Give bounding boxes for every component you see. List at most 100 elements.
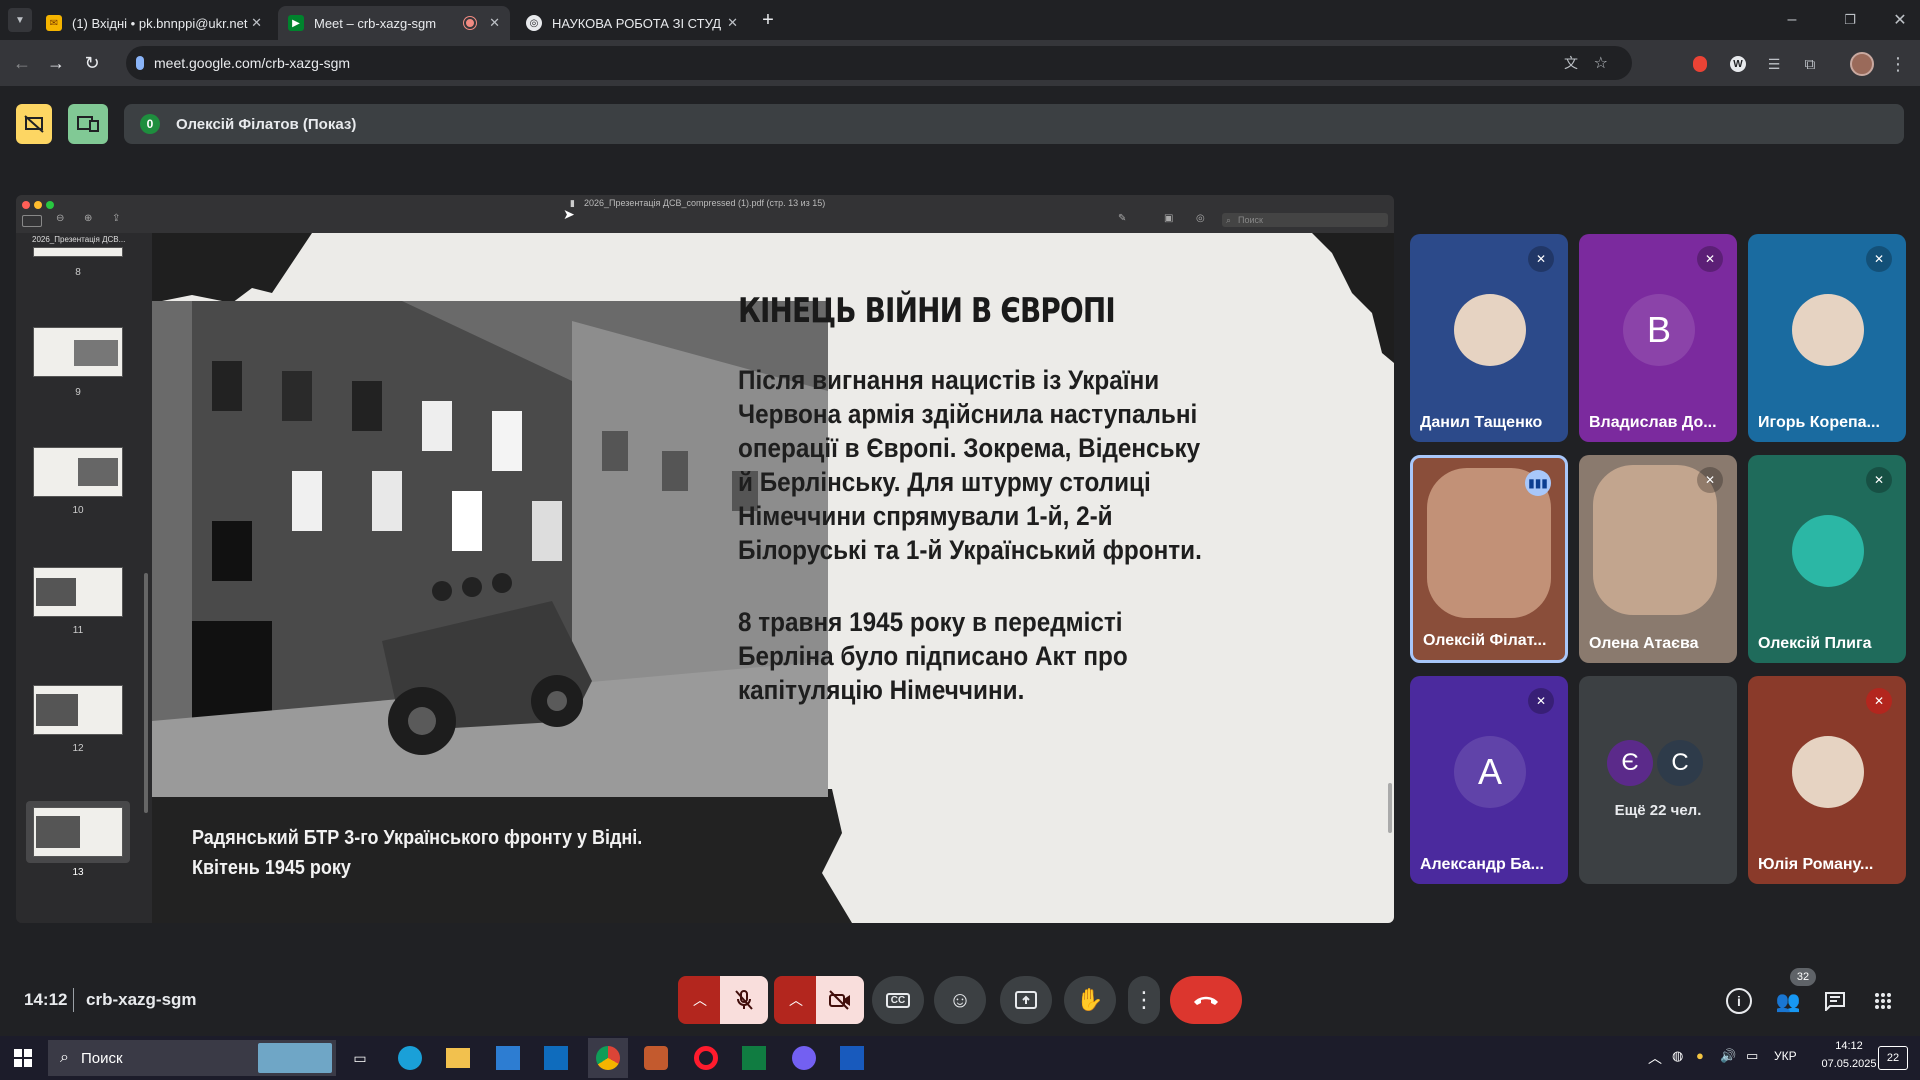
thumbnail-page-10[interactable] bbox=[33, 447, 123, 497]
thumbnail-page-12[interactable] bbox=[33, 685, 123, 735]
profile-avatar[interactable] bbox=[1850, 52, 1874, 76]
tab-search-button[interactable]: ▼ bbox=[8, 8, 32, 32]
store-icon[interactable] bbox=[496, 1046, 520, 1070]
avatar: В bbox=[1623, 294, 1695, 366]
sidebar-toggle-icon[interactable] bbox=[22, 215, 42, 227]
extensions-puzzle-icon[interactable]: ⧉ bbox=[1798, 52, 1822, 76]
participant-tile[interactable]: ✕ Данил Тащенко bbox=[1410, 234, 1568, 442]
close-icon[interactable]: ✕ bbox=[489, 15, 500, 31]
avatar: Є bbox=[1607, 740, 1653, 786]
zoom-in-icon[interactable]: ⊕ bbox=[84, 213, 92, 224]
thumbnail-page-11[interactable] bbox=[33, 567, 123, 617]
rotate-icon[interactable]: ▣ bbox=[1164, 213, 1173, 224]
raise-hand-button[interactable]: ✋ bbox=[1064, 976, 1116, 1024]
presenter-count-badge: 0 bbox=[140, 114, 160, 134]
language-indicator[interactable]: УКР bbox=[1774, 1049, 1797, 1063]
file-explorer-icon[interactable] bbox=[446, 1048, 470, 1068]
site-info-icon[interactable] bbox=[136, 56, 144, 70]
tab-meet[interactable]: ▶ Meet – crb-xazg-sgm ✕ bbox=[278, 6, 510, 40]
translate-icon[interactable]: 文 bbox=[1564, 53, 1578, 73]
tray-volume-icon[interactable]: 🔊 bbox=[1720, 1048, 1736, 1064]
chrome-icon[interactable] bbox=[596, 1046, 620, 1070]
camera-toggle-button[interactable] bbox=[816, 976, 864, 1024]
outlook-icon[interactable] bbox=[544, 1046, 568, 1070]
participant-tile[interactable]: Є С Ещё 22 чел. bbox=[1579, 676, 1737, 884]
more-options-button[interactable]: ⋮ bbox=[1128, 976, 1160, 1024]
url-text[interactable]: meet.google.com/crb-xazg-sgm bbox=[154, 55, 350, 71]
media-player-icon[interactable] bbox=[644, 1046, 668, 1070]
zoom-out-icon[interactable]: ⊖ bbox=[56, 213, 64, 224]
present-stop-icon[interactable] bbox=[16, 104, 52, 144]
reactions-button[interactable]: ☺ bbox=[934, 976, 986, 1024]
clock-date[interactable]: 07.05.2025 bbox=[1816, 1058, 1882, 1070]
tray-chevron-icon[interactable]: ︿ bbox=[1648, 1048, 1662, 1068]
slide-scrollbar[interactable] bbox=[1388, 783, 1392, 833]
mic-options-button[interactable]: ︿ bbox=[678, 976, 722, 1024]
edge-icon[interactable] bbox=[398, 1046, 422, 1070]
tab-research[interactable]: ◎ НАУКОВА РОБОТА ЗІ СТУДЕНТ ✕ bbox=[516, 6, 748, 40]
tray-weather-icon[interactable]: ● bbox=[1696, 1048, 1704, 1063]
participant-name: Игорь Корепа... bbox=[1758, 414, 1880, 431]
window-minimize-dot[interactable] bbox=[34, 201, 42, 209]
extension-stack-icon[interactable]: ☰ bbox=[1762, 52, 1786, 76]
captions-icon: CC bbox=[885, 992, 911, 1008]
emoji-icon: ☺ bbox=[948, 987, 972, 1012]
opera-icon[interactable] bbox=[694, 1046, 718, 1070]
excel-icon[interactable] bbox=[742, 1046, 766, 1070]
task-view-icon[interactable]: ▭ bbox=[348, 1046, 372, 1070]
annotate-icon[interactable]: ◎ bbox=[1196, 213, 1205, 224]
back-icon[interactable]: ← bbox=[10, 51, 34, 75]
layout-switch-icon[interactable] bbox=[68, 104, 108, 144]
minimize-icon[interactable]: – bbox=[1780, 8, 1804, 32]
menu-kebab-icon[interactable]: ⋮ bbox=[1886, 52, 1910, 76]
participant-tile[interactable]: ✕ Олексій Плига bbox=[1748, 455, 1906, 663]
activities-grid-icon[interactable] bbox=[1870, 988, 1896, 1014]
leave-call-button[interactable] bbox=[1170, 976, 1242, 1024]
extension-w-icon[interactable]: W bbox=[1726, 52, 1750, 76]
windows-start-icon[interactable] bbox=[14, 1049, 32, 1067]
close-window-icon[interactable]: ✕ bbox=[1888, 8, 1912, 32]
camera-options-button[interactable]: ︿ bbox=[774, 976, 818, 1024]
participant-tile[interactable]: А ✕ Александр Ба... bbox=[1410, 676, 1568, 884]
tab-email[interactable]: ✉ (1) Вхідні • pk.bnnppi@ukr.net ✕ bbox=[36, 6, 272, 40]
meeting-time: 14:12 bbox=[24, 990, 68, 1009]
markup-icon[interactable]: ✎ bbox=[1118, 213, 1126, 224]
close-icon[interactable]: ✕ bbox=[251, 15, 262, 31]
extension-record-icon[interactable] bbox=[1688, 52, 1712, 76]
restore-icon[interactable]: ❐ bbox=[1838, 8, 1862, 32]
captions-button[interactable]: CC bbox=[872, 976, 924, 1024]
close-icon[interactable]: ✕ bbox=[727, 15, 738, 31]
taskbar-search-box[interactable]: ⌕ Поиск bbox=[48, 1040, 336, 1076]
participant-tile[interactable]: ▮▮▮ Олексій Філат... bbox=[1410, 455, 1568, 663]
meeting-info-icon[interactable]: i bbox=[1726, 988, 1752, 1014]
mic-toggle-button[interactable] bbox=[720, 976, 768, 1024]
participant-tile[interactable]: ✕ Игорь Корепа... bbox=[1748, 234, 1906, 442]
window-close-dot[interactable] bbox=[22, 201, 30, 209]
people-icon[interactable]: 👥 bbox=[1774, 988, 1802, 1014]
participant-tile[interactable]: ✕ Юлія Роману... bbox=[1748, 676, 1906, 884]
share-icon[interactable]: ⇪ bbox=[112, 213, 120, 224]
chat-icon[interactable] bbox=[1822, 988, 1848, 1014]
word-icon[interactable] bbox=[840, 1046, 864, 1070]
more-participants-label: Ещё 22 чел. bbox=[1614, 802, 1702, 819]
address-bar[interactable]: meet.google.com/crb-xazg-sgm 文 ☆ bbox=[126, 46, 1632, 80]
participant-tile[interactable]: ✕ Олена Атаєва bbox=[1579, 455, 1737, 663]
tray-network-icon[interactable]: ▭ bbox=[1746, 1048, 1758, 1064]
window-zoom-dot[interactable] bbox=[46, 201, 54, 209]
reload-icon[interactable]: ↻ bbox=[80, 51, 104, 75]
bookmark-star-icon[interactable]: ☆ bbox=[1594, 53, 1608, 73]
new-tab-icon[interactable]: + bbox=[756, 8, 780, 32]
clock-time[interactable]: 14:12 bbox=[1820, 1040, 1878, 1052]
thumbnail-page-8[interactable] bbox=[33, 247, 123, 257]
thumbnail-page-9[interactable] bbox=[33, 327, 123, 377]
pdf-search-field[interactable]: ⌕ Поиск bbox=[1222, 213, 1388, 227]
participant-tile[interactable]: В ✕ Владислав До... bbox=[1579, 234, 1737, 442]
thumbnail-page-13[interactable] bbox=[33, 807, 123, 857]
forward-icon[interactable]: → bbox=[44, 51, 68, 75]
pdf-search-placeholder: Поиск bbox=[1238, 215, 1263, 225]
present-now-button[interactable] bbox=[1000, 976, 1052, 1024]
viber-icon[interactable] bbox=[792, 1046, 816, 1070]
notification-center-icon[interactable]: 22 bbox=[1878, 1046, 1908, 1070]
tray-app-icon[interactable]: ◍ bbox=[1672, 1048, 1683, 1064]
sidebar-scrollbar[interactable] bbox=[144, 573, 148, 813]
